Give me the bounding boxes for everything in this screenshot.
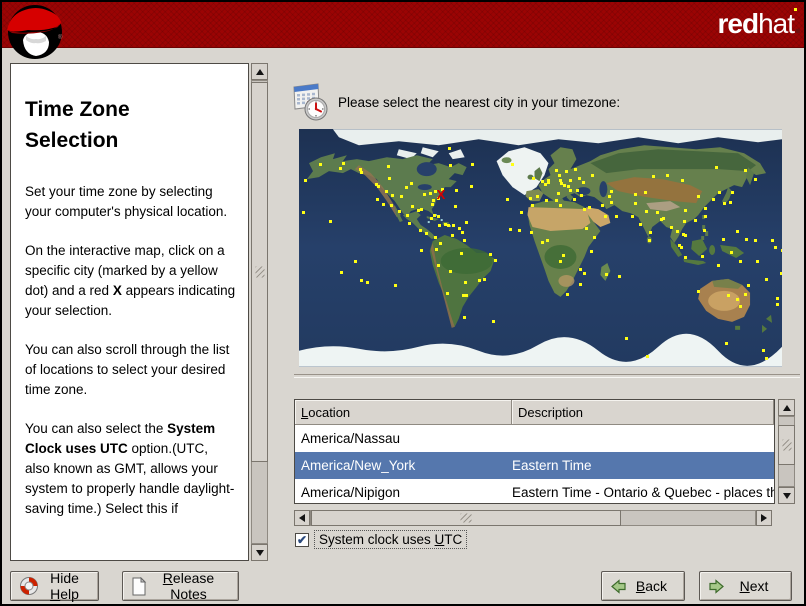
table-body: America/Nassau America/New_York Eastern …	[295, 425, 774, 503]
checkmark-icon: ✔	[296, 532, 308, 547]
table-horizontal-scrollbar[interactable]	[294, 510, 772, 526]
help-scroll-down-icon[interactable]	[251, 544, 268, 561]
utc-label-mnemonic: U	[434, 532, 445, 547]
cell-location: America/Nipigon	[301, 485, 401, 500]
brand-bold: red	[717, 8, 759, 39]
help-scroll-up-icon[interactable]	[251, 63, 268, 80]
calendar-clock-icon	[293, 83, 328, 121]
installer-window: redhat. ® Time Zone Selection Set your t…	[0, 0, 806, 606]
column-header-description[interactable]: Description	[512, 400, 774, 425]
help-panel: Time Zone Selection Set your time zone b…	[10, 63, 249, 561]
timezone-table: Location Description America/Nassau Amer…	[294, 399, 775, 504]
next-arrow-icon	[709, 578, 724, 594]
utc-label-text-end: TC	[444, 532, 463, 547]
description-label: Description	[518, 404, 584, 420]
selected-city-marker: X	[436, 187, 446, 203]
table-row[interactable]: America/Nipigon Eastern Time - Ontario &…	[295, 479, 774, 503]
brand-regular: hat	[758, 8, 795, 39]
help-paragraph-3: You can also scroll through the list of …	[25, 342, 230, 397]
help-scrollbar[interactable]	[251, 63, 268, 561]
cell-location: America/New_York	[301, 458, 416, 473]
back-arrow-icon	[611, 578, 626, 594]
hide-help-label: Hide Help	[50, 570, 79, 602]
utc-label-text: System clock uses	[319, 532, 435, 547]
help-p2-bold: X	[112, 283, 122, 298]
table-vscroll-thumb[interactable]	[778, 425, 795, 465]
timezone-prompt: Please select the nearest city in your t…	[338, 95, 621, 110]
utc-checkbox-label[interactable]: System clock uses UTC	[314, 530, 468, 549]
separator-line	[294, 374, 800, 378]
cell-location: America/Nassau	[301, 431, 401, 446]
table-scroll-right-icon[interactable]	[756, 510, 772, 526]
utc-checkbox[interactable]: ✔	[295, 532, 309, 547]
next-label: Next	[739, 578, 769, 594]
hide-help-button[interactable]: Hide Help	[10, 570, 99, 602]
redhat-logo-icon: ®	[7, 5, 63, 59]
column-header-location[interactable]: Location	[295, 400, 512, 425]
world-map[interactable]: X	[299, 129, 782, 367]
table-scroll-up-icon[interactable]	[778, 399, 795, 416]
release-notes-label: Release Notes	[162, 570, 215, 602]
back-label: Back	[635, 578, 668, 594]
table-hscroll-thumb[interactable]	[311, 510, 621, 526]
life-ring-icon	[20, 577, 38, 595]
help-p4-text: You can also select the	[25, 421, 168, 436]
release-notes-button[interactable]: Release Notes	[122, 570, 239, 602]
help-scroll-thumb[interactable]	[251, 82, 268, 462]
utc-checkbox-row: ✔ System clock uses UTC	[295, 530, 468, 549]
table-scroll-left-icon[interactable]	[294, 510, 310, 526]
help-paragraph-1: Set your time zone by selecting your com…	[25, 184, 228, 219]
cell-description: Eastern Time - Ontario & Quebec - places…	[512, 485, 774, 500]
brand-dot: .	[794, 8, 802, 39]
table-header-row: Location Description	[295, 400, 774, 425]
location-label: ocation	[308, 404, 351, 420]
svg-text:®: ®	[58, 34, 63, 41]
table-vertical-scrollbar[interactable]	[778, 399, 795, 504]
document-page-icon	[132, 576, 147, 595]
header-banner: redhat.	[2, 2, 804, 48]
table-row[interactable]: America/Nassau	[295, 425, 774, 452]
table-scroll-down-icon[interactable]	[778, 487, 795, 504]
next-button[interactable]: Next	[699, 571, 792, 601]
help-paragraph-4: You can also select the System Clock use…	[25, 419, 236, 519]
help-paragraph-2: On the interactive map, click on a speci…	[25, 241, 236, 321]
world-map-graphic	[299, 129, 782, 367]
redhat-wordmark: redhat.	[717, 8, 802, 40]
help-title: Time Zone Selection	[25, 98, 130, 152]
cell-description: Eastern Time	[512, 458, 592, 473]
back-button[interactable]: Back	[601, 571, 685, 601]
table-row[interactable]: America/New_York Eastern Time	[295, 452, 774, 479]
